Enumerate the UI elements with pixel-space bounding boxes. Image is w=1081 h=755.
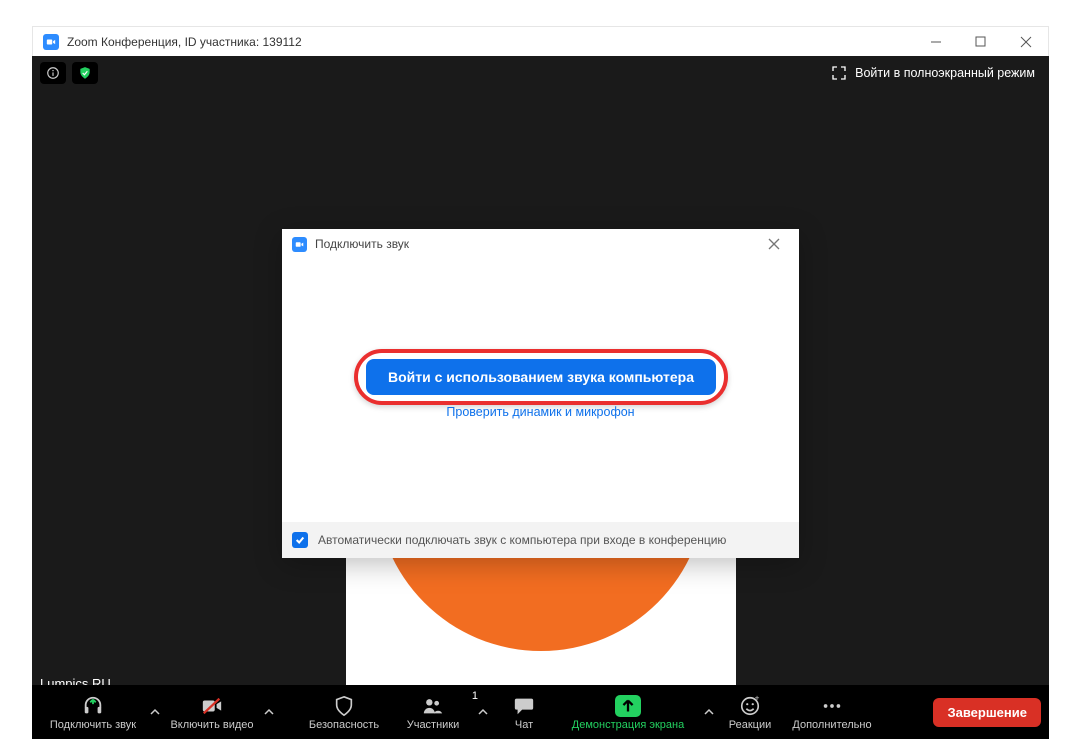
zoom-app-icon: [43, 34, 59, 50]
chat-icon: [513, 693, 535, 719]
participants-icon: [422, 693, 444, 719]
headphones-icon: [82, 693, 104, 719]
shield-icon: [333, 693, 355, 719]
encryption-shield-icon[interactable]: [72, 62, 98, 84]
participants-button[interactable]: 1 Участники: [394, 685, 472, 739]
toolbar-label: Включить видео: [170, 719, 253, 731]
close-button[interactable]: [1003, 27, 1048, 56]
toolbar-label: Участники: [407, 719, 460, 731]
toolbar-label: Безопасность: [309, 719, 379, 731]
toolbar-label: Дополнительно: [792, 719, 871, 731]
reactions-button[interactable]: + Реакции: [720, 685, 780, 739]
test-speaker-mic-link[interactable]: Проверить динамик и микрофон: [446, 405, 634, 419]
audio-options-caret[interactable]: [146, 706, 164, 718]
share-screen-button[interactable]: Демонстрация экрана: [558, 685, 698, 739]
meeting-topbar: Войти в полноэкранный режим: [32, 56, 1049, 90]
toolbar-label: Реакции: [729, 719, 772, 731]
participants-count: 1: [472, 690, 478, 702]
dialog-titlebar: Подключить звук: [282, 229, 799, 259]
end-meeting-button[interactable]: Завершение: [933, 698, 1041, 727]
dialog-close-button[interactable]: [759, 238, 789, 250]
participants-options-caret[interactable]: [474, 706, 492, 718]
dialog-footer: Автоматически подключать звук с компьюте…: [282, 522, 799, 558]
maximize-button[interactable]: [958, 27, 1003, 56]
start-video-button[interactable]: Включить видео: [166, 685, 258, 739]
meeting-info-icon[interactable]: [40, 62, 66, 84]
toolbar-label: Демонстрация экрана: [572, 719, 684, 731]
join-audio-dialog: Подключить звук Войти с использованием з…: [282, 229, 799, 558]
security-button[interactable]: Безопасность: [298, 685, 390, 739]
join-with-computer-audio-button[interactable]: Войти с использованием звука компьютера: [366, 359, 716, 395]
fullscreen-label: Войти в полноэкранный режим: [855, 66, 1035, 80]
camera-off-icon: [201, 693, 223, 719]
minimize-button[interactable]: [913, 27, 958, 56]
toolbar-label: Подключить звук: [50, 719, 136, 731]
chat-button[interactable]: Чат: [494, 685, 554, 739]
fullscreen-button[interactable]: Войти в полноэкранный режим: [825, 61, 1041, 85]
zoom-app-icon: [292, 237, 307, 252]
share-screen-icon: [615, 695, 641, 717]
meeting-controls-toolbar: Подключить звук Включить видео Безопасно…: [32, 685, 1049, 739]
titlebar: Zoom Конференция, ID участника: 139112: [32, 26, 1049, 56]
fullscreen-icon: [831, 65, 847, 81]
video-options-caret[interactable]: [260, 706, 278, 718]
join-audio-button[interactable]: Подключить звук: [42, 685, 144, 739]
window-title: Zoom Конференция, ID участника: 139112: [67, 35, 302, 49]
more-button[interactable]: Дополнительно: [784, 685, 880, 739]
dialog-title: Подключить звук: [315, 237, 409, 251]
auto-join-audio-checkbox[interactable]: [292, 532, 308, 548]
toolbar-label: Чат: [515, 719, 533, 731]
auto-join-audio-label: Автоматически подключать звук с компьюте…: [318, 533, 726, 547]
more-icon: [821, 693, 843, 719]
smiley-icon: +: [739, 693, 761, 719]
svg-text:+: +: [755, 695, 760, 703]
share-options-caret[interactable]: [700, 706, 718, 718]
